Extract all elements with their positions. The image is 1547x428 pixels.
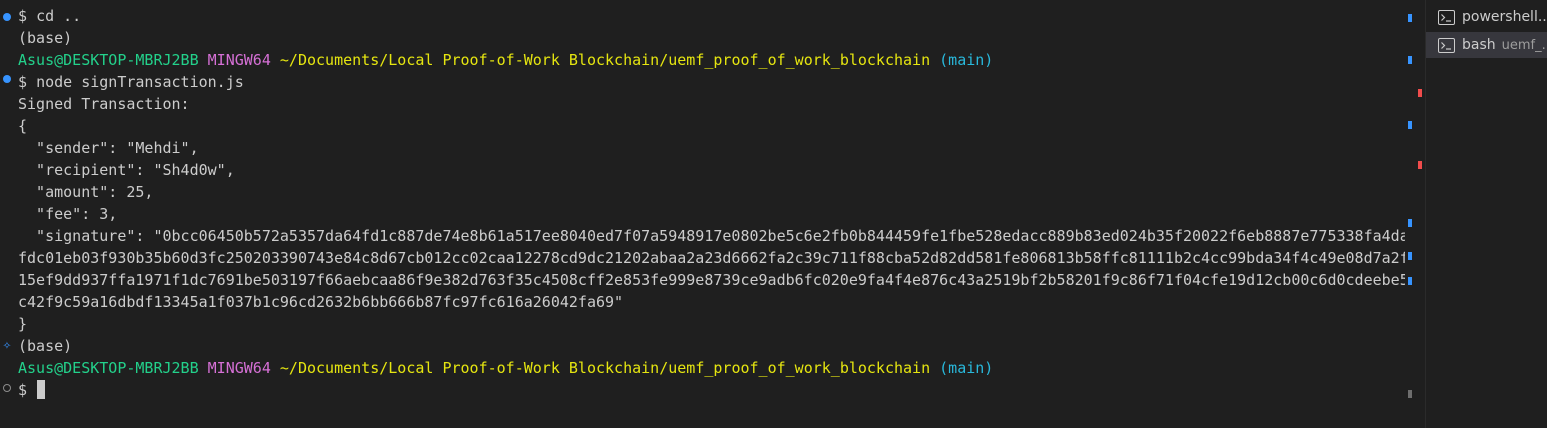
command-text: cd .. <box>36 7 82 25</box>
terminal-tab-label: bash <box>1462 37 1496 53</box>
conda-env-label: (base) <box>18 29 73 47</box>
output-sender: "sender": "Mehdi", <box>18 139 199 157</box>
current-path: ~/Documents/Local Proof-of-Work Blockcha… <box>279 359 931 377</box>
command-text: node signTransaction.js <box>36 73 244 91</box>
output-heading: Signed Transaction: <box>18 95 190 113</box>
terminal-panel[interactable]: $ cd .. (base) Asus@DESKTOP-MBRJ2BB MING… <box>0 0 1405 428</box>
text-cursor <box>37 380 46 399</box>
output-amount: "amount": 25, <box>18 183 154 201</box>
overview-ruler-mark <box>1408 390 1412 398</box>
prompt-info-line: Asus@DESKTOP-MBRJ2BB MINGW64 ~/Documents… <box>18 49 993 71</box>
output-signature-line-2: fdc01eb03f930b35b60d3fc250203390743e84c8… <box>18 249 1405 267</box>
overview-ruler-mark <box>1408 121 1412 129</box>
overview-ruler-scrollbar[interactable] <box>1405 0 1425 428</box>
user-host: Asus@DESKTOP-MBRJ2BB <box>18 51 199 69</box>
git-branch: (main) <box>939 51 994 69</box>
output-fee: "fee": 3, <box>18 205 118 223</box>
overview-ruler-mark <box>1418 161 1422 169</box>
terminal-tab-label: powershell... <box>1462 9 1547 25</box>
command-success-decoration[interactable] <box>3 13 11 21</box>
output-signature-line-4: c42f9c59a16dbdf13345a1f037b1c96cd2632b6b… <box>18 293 624 311</box>
prompt-symbol: $ <box>18 381 37 399</box>
terminal-tabs-list: powershell... bash uemf_... <box>1425 0 1547 428</box>
output-signature-line-1: "signature": "0bcc06450b572a5357da64fd1c… <box>18 227 1405 245</box>
prompt-info-line: Asus@DESKTOP-MBRJ2BB MINGW64 ~/Documents… <box>18 357 993 379</box>
terminal-tab-description: uemf_... <box>1501 37 1547 53</box>
prompt-symbol: $ <box>18 73 37 91</box>
command-pending-decoration[interactable] <box>3 384 11 392</box>
terminal-icon <box>1438 9 1455 25</box>
overview-ruler-mark <box>1408 14 1412 22</box>
conda-env-label: (base) <box>18 337 73 355</box>
overview-ruler-mark <box>1418 89 1422 97</box>
terminal-tab-powershell[interactable]: powershell... <box>1426 4 1547 30</box>
terminal-tab-bash[interactable]: bash uemf_... <box>1426 32 1547 58</box>
output-recipient: "recipient": "Sh4d0w", <box>18 161 235 179</box>
shell-name: MINGW64 <box>207 359 271 377</box>
command-success-decoration[interactable] <box>3 75 11 83</box>
overview-ruler-mark <box>1408 56 1412 64</box>
output-open-brace: { <box>18 117 28 135</box>
terminal-icon <box>1438 37 1455 53</box>
overview-ruler-mark <box>1408 252 1412 260</box>
command-line-node: $ node signTransaction.js <box>18 71 244 93</box>
overview-ruler-mark <box>1408 277 1412 285</box>
prompt-symbol: $ <box>18 7 37 25</box>
user-host: Asus@DESKTOP-MBRJ2BB <box>18 359 199 377</box>
shell-name: MINGW64 <box>207 51 271 69</box>
git-branch: (main) <box>939 359 994 377</box>
command-line-cd: $ cd .. <box>18 5 81 27</box>
output-close-brace: } <box>18 315 28 333</box>
output-signature-line-3: 15ef9dd937ffa1971f1dc7691be503197f66aebc… <box>18 271 1405 289</box>
current-command-line[interactable]: $ <box>18 379 46 401</box>
sparkle-icon[interactable]: ✧ <box>1 338 13 352</box>
current-path: ~/Documents/Local Proof-of-Work Blockcha… <box>279 51 931 69</box>
overview-ruler-mark <box>1408 219 1412 227</box>
